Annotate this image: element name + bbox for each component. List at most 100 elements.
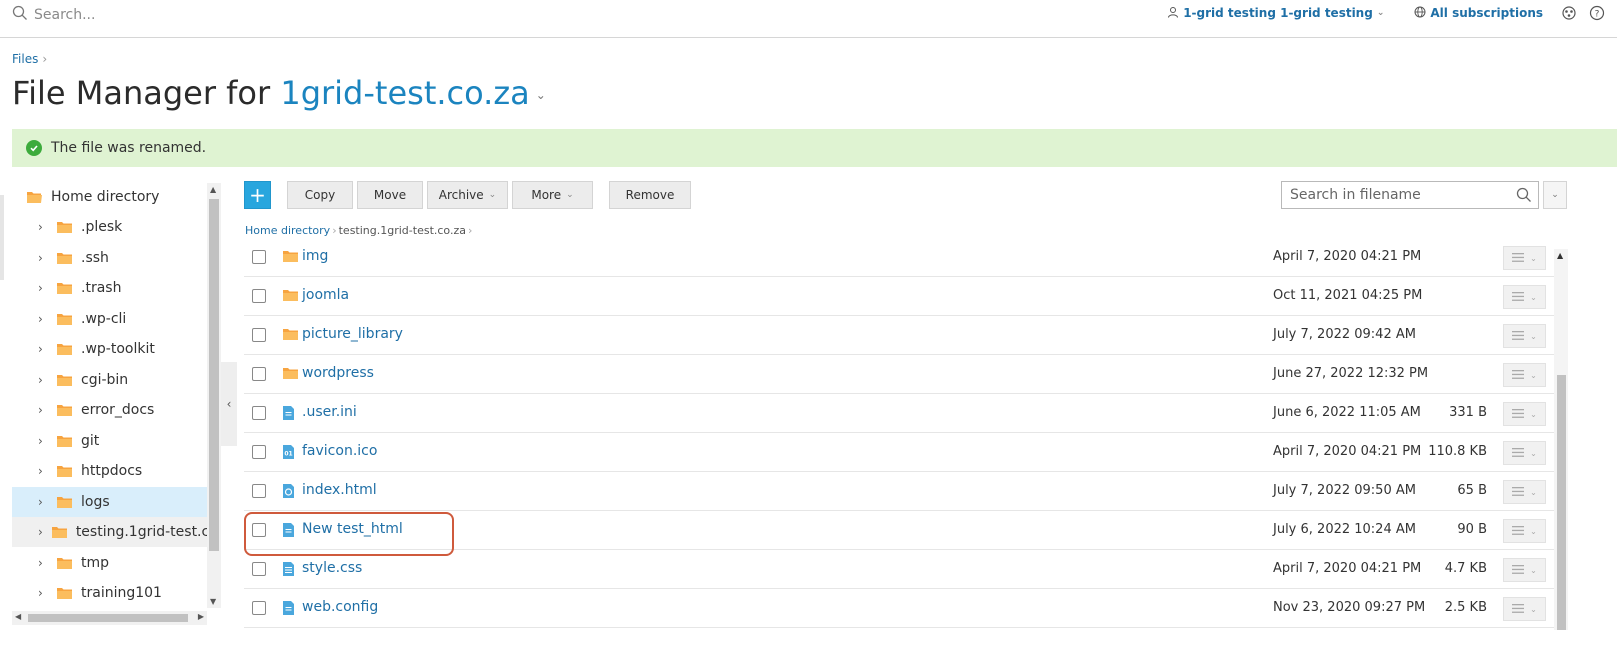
row-checkbox[interactable] (252, 406, 266, 420)
remove-button[interactable]: Remove (609, 181, 691, 209)
breadcrumb-files-link[interactable]: Files (12, 52, 38, 66)
file-name-link[interactable]: picture_library (302, 326, 403, 342)
scroll-down-arrow-icon[interactable]: ▼ (210, 597, 216, 606)
file-row[interactable]: 01 favicon.ico April 7, 2020 04:21 PM 11… (244, 433, 1554, 472)
tree-item-wp-cli[interactable]: › .wp-cli (12, 304, 207, 334)
tree-item-label: tmp (81, 555, 110, 571)
tree-item-training101[interactable]: › training101 (12, 578, 207, 608)
row-actions-button[interactable]: ⌄ (1503, 246, 1546, 270)
chevron-right-icon[interactable]: › (38, 586, 48, 600)
file-row[interactable]: joomla Oct 11, 2021 04:25 PM ⌄ (244, 277, 1554, 316)
tree-item-ssh[interactable]: › .ssh (12, 243, 207, 273)
scroll-up-arrow-icon[interactable]: ▲ (210, 185, 216, 194)
row-checkbox[interactable] (252, 367, 266, 381)
row-actions-button[interactable]: ⌄ (1503, 324, 1546, 348)
scrollbar-thumb[interactable] (209, 199, 219, 551)
tree-item-error-docs[interactable]: › error_docs (12, 395, 207, 425)
chevron-right-icon[interactable]: › (38, 373, 48, 387)
row-checkbox[interactable] (252, 562, 266, 576)
path-home-link[interactable]: Home directory (245, 224, 330, 237)
chevron-right-icon[interactable]: › (38, 312, 48, 326)
row-checkbox[interactable] (252, 289, 266, 303)
chevron-right-icon[interactable]: › (38, 403, 48, 417)
row-actions-button[interactable]: ⌄ (1503, 363, 1546, 387)
collapse-tree-button[interactable]: ‹ (221, 362, 237, 446)
row-checkbox[interactable] (252, 250, 266, 264)
tree-item-home[interactable]: Home directory (12, 182, 207, 212)
tree-item-tmp[interactable]: › tmp (12, 548, 207, 578)
file-name-link[interactable]: .user.ini (302, 404, 357, 420)
row-checkbox[interactable] (252, 484, 266, 498)
tree-item-httpdocs[interactable]: › httpdocs (12, 456, 207, 486)
scroll-up-arrow-icon[interactable]: ▲ (1557, 251, 1563, 260)
tree-item-git[interactable]: › git (12, 426, 207, 456)
file-name-link[interactable]: index.html (302, 482, 377, 498)
chevron-down-icon: ⌄ (1530, 292, 1537, 302)
row-actions-button[interactable]: ⌄ (1503, 480, 1546, 504)
row-actions-button[interactable]: ⌄ (1503, 441, 1546, 465)
row-actions-button[interactable]: ⌄ (1503, 285, 1546, 309)
file-row[interactable]: .user.ini June 6, 2022 11:05 AM 331 B ⌄ (244, 394, 1554, 433)
tree-item-wp-toolkit[interactable]: › .wp-toolkit (12, 334, 207, 364)
menu-icon (1512, 252, 1525, 264)
chevron-right-icon[interactable]: › (38, 464, 48, 478)
tree-item-testing[interactable]: › testing.1grid-test.co.za (12, 517, 207, 547)
chevron-right-icon[interactable]: › (38, 342, 48, 356)
folder-tree: Home directory › .plesk › .ssh › .trash › .w… (12, 180, 207, 610)
file-name-link[interactable]: joomla (302, 287, 349, 303)
row-actions-button[interactable]: ⌄ (1503, 519, 1546, 543)
copy-button[interactable]: Copy (287, 181, 353, 209)
scrollbar-thumb[interactable] (28, 614, 188, 622)
chevron-right-icon[interactable]: › (38, 251, 48, 265)
file-name-link[interactable]: wordpress (302, 365, 374, 381)
scroll-left-arrow-icon[interactable]: ◀ (15, 612, 21, 621)
search-icon[interactable] (1516, 187, 1532, 207)
file-date: July 7, 2022 09:42 AM (1273, 327, 1416, 342)
file-name-link[interactable]: favicon.ico (302, 443, 377, 459)
row-checkbox[interactable] (252, 601, 266, 615)
chevron-right-icon[interactable]: › (38, 434, 48, 448)
row-checkbox[interactable] (252, 328, 266, 342)
row-actions-button[interactable]: ⌄ (1503, 558, 1546, 582)
file-row[interactable]: wordpress June 27, 2022 12:32 PM ⌄ (244, 355, 1554, 394)
tree-item-plesk[interactable]: › .plesk (12, 212, 207, 242)
chevron-right-icon[interactable]: › (38, 495, 48, 509)
tree-horizontal-scrollbar[interactable]: ◀ ▶ (12, 611, 207, 625)
row-actions-button[interactable]: ⌄ (1503, 402, 1546, 426)
chevron-right-icon[interactable]: › (38, 220, 48, 234)
tree-item-logs[interactable]: › logs (12, 487, 207, 517)
row-checkbox[interactable] (252, 445, 266, 459)
global-search-input[interactable]: Search... (34, 7, 95, 23)
help-icon[interactable]: ? (1589, 5, 1605, 21)
move-button[interactable]: Move (357, 181, 423, 209)
tree-vertical-scrollbar[interactable]: ▲ ▼ (207, 183, 221, 608)
chevron-down-icon[interactable]: ⌄ (536, 88, 546, 102)
search-options-dropdown[interactable]: ⌄ (1543, 181, 1567, 209)
domain-selector[interactable]: 1grid-test.co.za (280, 74, 529, 112)
file-row[interactable]: picture_library July 7, 2022 09:42 AM ⌄ (244, 316, 1554, 355)
global-search[interactable]: Search... (12, 5, 95, 25)
row-actions-button[interactable]: ⌄ (1503, 597, 1546, 621)
chevron-right-icon[interactable]: › (38, 525, 43, 539)
path-breadcrumb: Home directory › testing.1grid-test.co.za › (245, 224, 474, 237)
file-name-link[interactable]: web.config (302, 599, 378, 615)
file-name-link[interactable]: style.css (302, 560, 362, 576)
file-row[interactable]: index.html July 7, 2022 09:50 AM 65 B ⌄ (244, 472, 1554, 511)
filename-search-input[interactable]: Search in filename (1281, 181, 1539, 209)
subscriptions-menu[interactable]: All subscriptions (1414, 6, 1543, 21)
archive-button[interactable]: Archive ⌄ (427, 181, 508, 209)
file-name-link[interactable]: img (302, 248, 328, 264)
scrollbar-thumb[interactable] (1557, 375, 1566, 630)
scroll-right-arrow-icon[interactable]: ▶ (198, 612, 204, 621)
chevron-right-icon[interactable]: › (38, 281, 48, 295)
file-list-scrollbar[interactable]: ▲ (1554, 249, 1568, 630)
file-row[interactable]: img April 7, 2020 04:21 PM ⌄ (244, 238, 1554, 277)
community-icon[interactable] (1561, 5, 1577, 21)
tree-item-cgi-bin[interactable]: › cgi-bin (12, 365, 207, 395)
more-button[interactable]: More ⌄ (512, 181, 593, 209)
file-row[interactable]: web.config Nov 23, 2020 09:27 PM 2.5 KB … (244, 589, 1554, 628)
user-menu[interactable]: 1-grid testing 1-grid testing ⌄ (1167, 6, 1384, 21)
tree-item-trash[interactable]: › .trash (12, 273, 207, 303)
chevron-right-icon[interactable]: › (38, 556, 48, 570)
add-button[interactable]: + (244, 181, 271, 209)
